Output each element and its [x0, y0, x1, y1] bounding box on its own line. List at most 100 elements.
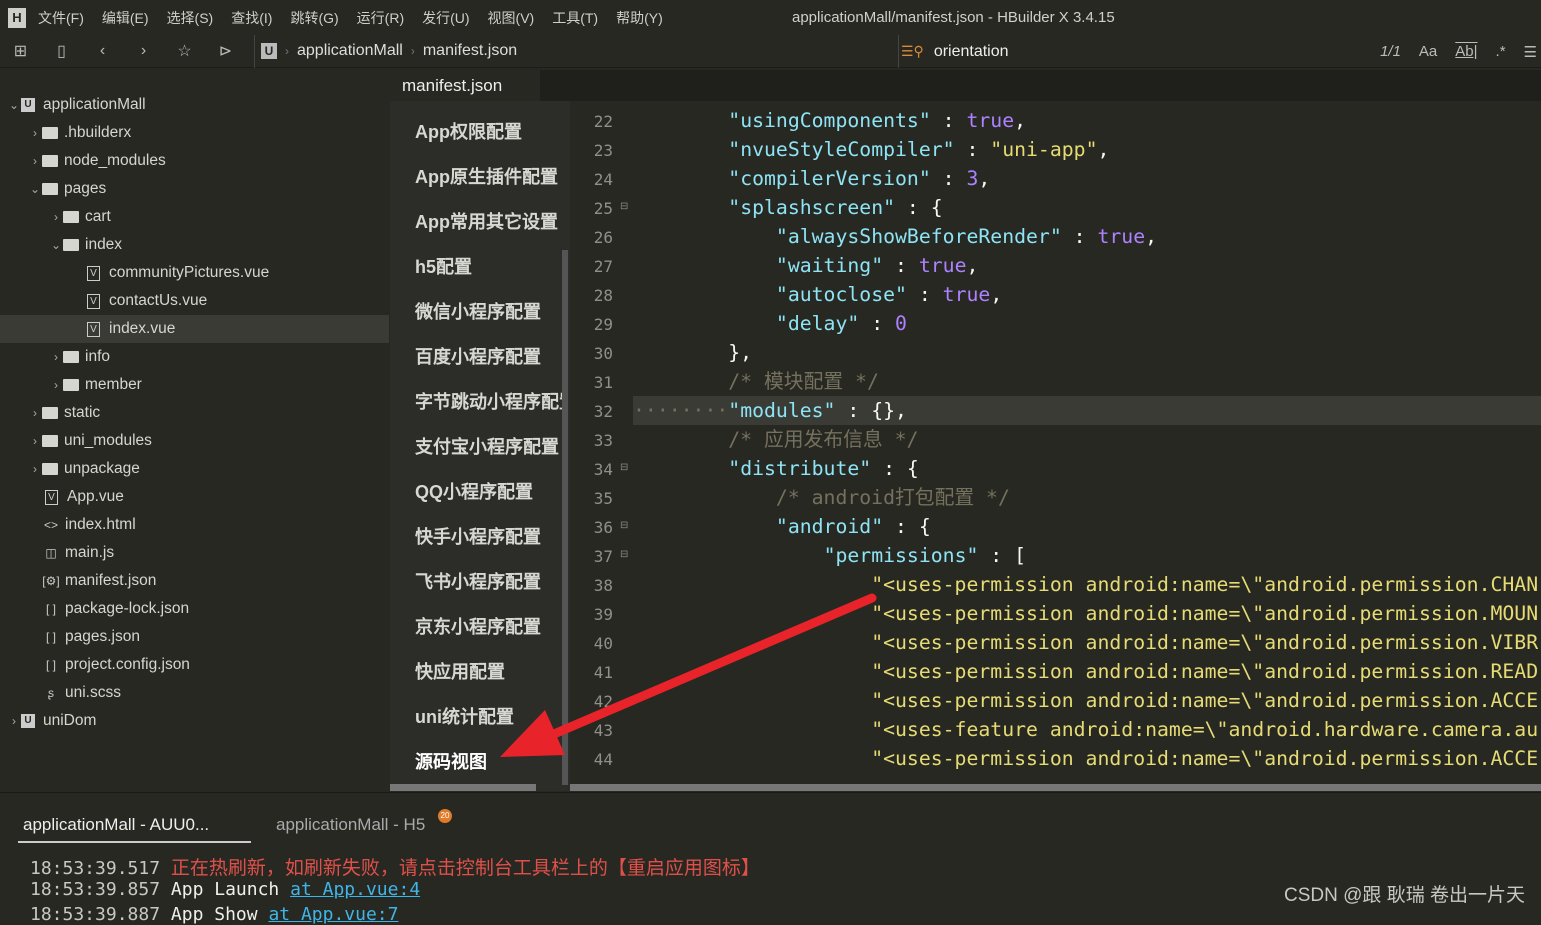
save-icon[interactable]: ▯ [41, 41, 82, 61]
back-icon[interactable]: ‹ [82, 42, 123, 60]
settings-nav-item[interactable]: 飞书小程序配置 [415, 568, 562, 594]
code-line[interactable]: "waiting" : true, [633, 251, 1541, 280]
fold-icon[interactable]: ⊟ [620, 549, 628, 560]
match-case-button[interactable]: Aa [1419, 43, 1437, 60]
chevron-right-icon[interactable]: › [49, 378, 63, 392]
match-count[interactable]: 1/1 [1380, 43, 1401, 60]
tree-item[interactable]: ʂ uni.scss [0, 679, 389, 707]
tree-item[interactable]: [ ] pages.json [0, 623, 389, 651]
tree-item[interactable]: VcommunityPictures.vue [0, 259, 389, 287]
run-icon[interactable]: ⊳ [205, 41, 246, 61]
chevron-down-icon[interactable]: ⌄ [49, 238, 63, 252]
code-line[interactable]: ········"modules" : {}, [633, 396, 1541, 425]
fold-icon[interactable]: ⊟ [620, 520, 628, 531]
settings-nav-item[interactable]: uni统计配置 [415, 703, 562, 729]
tree-item[interactable]: › info [0, 343, 389, 371]
code-line[interactable]: "distribute" : { [633, 454, 1541, 483]
menu-item[interactable]: 跳转(G) [290, 8, 338, 28]
code-line[interactable]: "usingComponents" : true, [633, 106, 1541, 135]
tree-item[interactable]: › UuniDom [0, 707, 389, 735]
chevron-right-icon[interactable]: › [7, 714, 21, 728]
code-line[interactable]: "<uses-permission android:name=\"android… [633, 657, 1541, 686]
code-line[interactable]: "delay" : 0 [633, 309, 1541, 338]
settings-nav-item[interactable]: 源码视图 [415, 748, 562, 774]
settings-nav-item[interactable]: 支付宝小程序配置 [415, 433, 562, 459]
tree-item[interactable]: VcontactUs.vue [0, 287, 389, 315]
chevron-right-icon[interactable]: › [28, 126, 42, 140]
forward-icon[interactable]: › [123, 42, 164, 60]
tree-item[interactable]: › static [0, 399, 389, 427]
tree-item[interactable]: › uni_modules [0, 427, 389, 455]
tree-item[interactable]: › node_modules [0, 147, 389, 175]
code-line[interactable]: "autoclose" : true, [633, 280, 1541, 309]
fold-icon[interactable]: ⊟ [620, 462, 628, 473]
chevron-right-icon[interactable]: › [49, 350, 63, 364]
tree-item[interactable]: Vindex.vue [0, 315, 389, 343]
settings-scrollbar[interactable] [562, 250, 568, 785]
settings-nav-item[interactable]: 百度小程序配置 [415, 343, 562, 369]
settings-nav-item[interactable]: 字节跳动小程序配置 [415, 388, 562, 414]
tree-item[interactable]: › .hbuilderx [0, 119, 389, 147]
menu-item[interactable]: 运行(R) [357, 8, 404, 28]
code-line[interactable]: }, [633, 338, 1541, 367]
settings-nav-item[interactable]: 快手小程序配置 [415, 523, 562, 549]
menu-icon[interactable]: ☰ [1524, 43, 1537, 61]
menu-item[interactable]: 查找(I) [231, 8, 272, 28]
code-line[interactable]: "<uses-permission android:name=\"android… [633, 570, 1541, 599]
breadcrumb-file[interactable]: manifest.json [423, 42, 517, 60]
tree-item[interactable]: ⌄ pages [0, 175, 389, 203]
code-line[interactable]: "nvueStyleCompiler" : "uni-app", [633, 135, 1541, 164]
whole-word-button[interactable]: Ab| [1455, 43, 1477, 60]
fold-icon[interactable]: ⊟ [620, 201, 628, 212]
settings-nav-item[interactable]: 微信小程序配置 [415, 298, 562, 324]
new-file-icon[interactable]: ⊞ [0, 41, 41, 61]
console-tab-app[interactable]: applicationMall - AUU0... [18, 815, 251, 843]
code-editor[interactable]: 22 "usingComponents" : true, 23 "nvueStyl… [570, 101, 1541, 791]
code-line[interactable]: "<uses-permission android:name=\"android… [633, 599, 1541, 628]
code-line[interactable]: "<uses-permission android:name=\"android… [633, 686, 1541, 715]
chevron-right-icon[interactable]: › [28, 434, 42, 448]
code-line[interactable]: "<uses-feature android:name=\"android.ha… [633, 715, 1541, 744]
code-line[interactable]: "compilerVersion" : 3, [633, 164, 1541, 193]
chevron-down-icon[interactable]: ⌄ [28, 182, 42, 196]
menu-item[interactable]: 工具(T) [552, 8, 598, 28]
regex-button[interactable]: .* [1496, 43, 1506, 60]
menu-item[interactable]: 文件(F) [38, 8, 84, 28]
code-line[interactable]: /* 模块配置 */ [633, 367, 1541, 396]
code-line[interactable]: "alwaysShowBeforeRender" : true, [633, 222, 1541, 251]
tab-manifest-json[interactable]: manifest.json [390, 70, 540, 101]
tree-item[interactable]: › unpackage [0, 455, 389, 483]
settings-nav-item[interactable]: h5配置 [415, 253, 562, 279]
code-line[interactable]: "<uses-permission android:name=\"android… [633, 628, 1541, 657]
tree-item[interactable]: ⌄ index [0, 231, 389, 259]
settings-hscrollbar[interactable] [390, 784, 536, 791]
menu-item[interactable]: 发行(U) [422, 8, 469, 28]
settings-nav-item[interactable]: App常用其它设置 [415, 208, 562, 234]
tree-item[interactable]: ⌄ UapplicationMall [0, 91, 389, 119]
settings-nav-item[interactable]: App原生插件配置 [415, 163, 562, 189]
star-icon[interactable]: ☆ [164, 41, 205, 61]
find-input[interactable]: ☰⚲ orientation [898, 35, 1009, 68]
settings-nav-item[interactable]: QQ小程序配置 [415, 478, 562, 504]
chevron-right-icon[interactable]: › [28, 462, 42, 476]
console-tab-h5[interactable]: applicationMall - H5 [276, 815, 425, 835]
breadcrumb-project[interactable]: applicationMall [297, 42, 403, 60]
tree-item[interactable]: [ ] package-lock.json [0, 595, 389, 623]
code-line[interactable]: "permissions" : [ [633, 541, 1541, 570]
tree-item[interactable]: V App.vue [0, 483, 389, 511]
code-line[interactable]: /* android打包配置 */ [633, 483, 1541, 512]
find-value[interactable]: orientation [934, 43, 1009, 61]
code-line[interactable]: "splashscreen" : { [633, 193, 1541, 222]
menu-item[interactable]: 视图(V) [488, 8, 535, 28]
editor-hscrollbar[interactable] [570, 784, 1541, 791]
tree-item[interactable]: <> index.html [0, 511, 389, 539]
chevron-right-icon[interactable]: › [28, 406, 42, 420]
tree-item[interactable]: › member [0, 371, 389, 399]
chevron-down-icon[interactable]: ⌄ [7, 98, 21, 112]
tree-item[interactable]: [⚙] manifest.json [0, 567, 389, 595]
log-source-link[interactable]: at App.vue:4 [290, 879, 420, 900]
code-line[interactable]: "<uses-permission android:name=\"android… [633, 744, 1541, 773]
code-line[interactable]: "android" : { [633, 512, 1541, 541]
settings-nav-item[interactable]: 快应用配置 [415, 658, 562, 684]
code-line[interactable]: /* 应用发布信息 */ [633, 425, 1541, 454]
